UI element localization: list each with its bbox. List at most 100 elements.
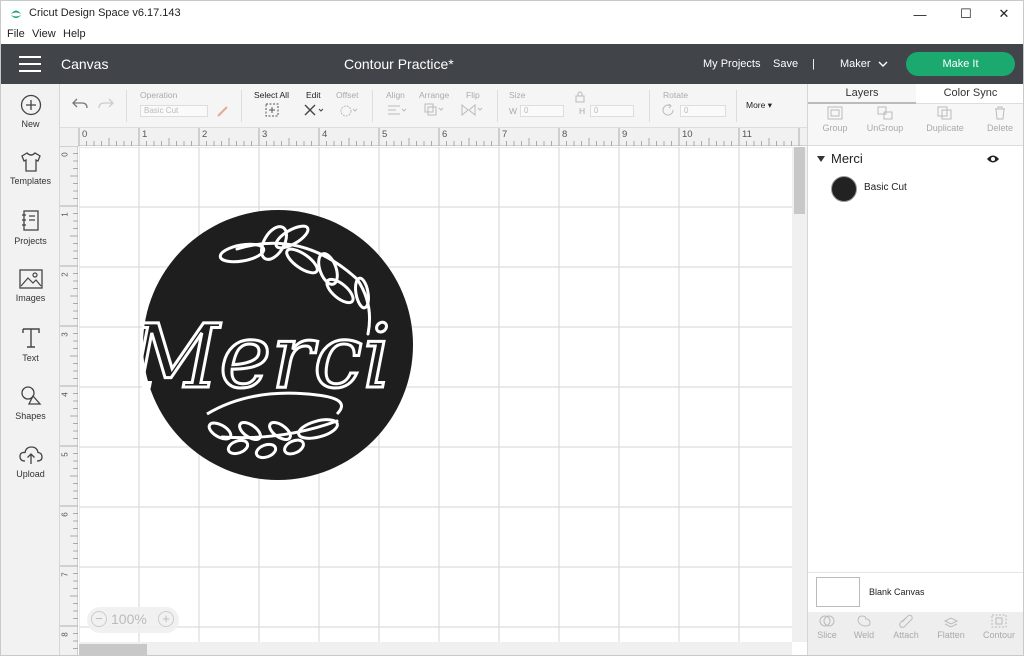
menu-file[interactable]: File (7, 28, 25, 40)
tool-images[interactable]: Images (1, 268, 60, 303)
project-title: Contour Practice* (344, 56, 454, 72)
text-t-icon (21, 328, 40, 348)
h-scroll-thumb[interactable] (79, 644, 147, 655)
ungroup-icon (877, 106, 893, 120)
flatten-button[interactable]: Flatten (929, 614, 973, 640)
layer-item-name[interactable]: Basic Cut (864, 182, 907, 193)
v-ruler-label: 4 (60, 392, 70, 397)
blank-canvas-label: Blank Canvas (869, 587, 925, 597)
redo-icon[interactable] (98, 97, 114, 111)
close-button[interactable]: ✕ (981, 1, 1023, 27)
collapse-caret-icon[interactable] (817, 156, 825, 162)
visibility-eye-icon[interactable] (986, 154, 1000, 164)
make-it-button[interactable]: Make It (906, 52, 1015, 76)
save-button[interactable]: Save (773, 58, 798, 70)
operation-select[interactable]: Basic Cut (140, 105, 208, 117)
h-ruler-label: 2 (202, 129, 208, 140)
hamburger-menu-icon[interactable] (19, 56, 41, 72)
flatten-icon (943, 617, 959, 628)
edit-scissors-icon[interactable] (303, 103, 325, 117)
tool-new[interactable]: New (1, 94, 60, 129)
v-ruler-label: 1 (60, 212, 70, 217)
h-ruler-label: 7 (502, 129, 508, 140)
pen-color-icon[interactable] (216, 104, 230, 118)
minimize-button[interactable]: — (897, 1, 943, 27)
undo-icon[interactable] (72, 97, 88, 111)
header-divider: | (812, 58, 815, 70)
layers-panel: Layers Color Sync Group UnGroup Duplicat… (807, 84, 1023, 655)
zoom-in-button[interactable]: + (158, 611, 174, 627)
h-ruler-label: 3 (262, 129, 268, 140)
vertical-scrollbar[interactable] (792, 147, 807, 642)
machine-select[interactable]: Maker (840, 58, 871, 70)
h-ruler-label: 6 (442, 129, 448, 140)
flip-icon[interactable] (460, 103, 484, 117)
duplicate-button[interactable]: Duplicate (918, 106, 972, 133)
design-canvas[interactable]: Merci (79, 147, 792, 642)
left-tool-bar: New Templates Projects Images Text Shape… (1, 84, 60, 655)
arrange-icon[interactable] (424, 103, 446, 117)
close-icon: ✕ (998, 6, 1010, 21)
delete-label: Delete (986, 123, 1013, 133)
my-projects-link[interactable]: My Projects (703, 58, 760, 70)
v-scroll-thumb[interactable] (794, 147, 805, 214)
menu-view[interactable]: View (32, 28, 56, 40)
flip-label: Flip (466, 90, 480, 100)
h-ruler-label: 1 (142, 129, 148, 140)
attach-button[interactable]: Attach (884, 614, 928, 640)
horizontal-scrollbar[interactable] (79, 642, 792, 655)
width-input[interactable]: 0 (520, 105, 564, 117)
chevron-down-icon[interactable] (878, 61, 888, 68)
app-window: Cricut Design Space v6.17.143 — ☐ ✕ File… (0, 0, 1024, 656)
contour-button[interactable]: Contour (977, 614, 1021, 640)
trash-icon (995, 106, 1005, 120)
height-input[interactable]: 0 (590, 105, 634, 117)
ungroup-button[interactable]: UnGroup (858, 106, 912, 133)
merci-design-image[interactable]: Merci (142, 209, 414, 481)
tool-text[interactable]: Text (1, 326, 60, 363)
offset-icon[interactable] (339, 104, 359, 117)
v-ruler-label: 5 (60, 452, 70, 457)
tool-text-label: Text (22, 353, 39, 363)
shirt-icon (20, 152, 41, 172)
rotate-icon[interactable] (662, 104, 676, 117)
h-ruler-label: 5 (382, 129, 388, 140)
v-ruler-label: 6 (60, 512, 70, 517)
tool-projects[interactable]: Projects (1, 209, 60, 246)
section-title: Canvas (61, 56, 109, 72)
layer-group-name[interactable]: Merci (831, 151, 863, 166)
tool-templates[interactable]: Templates (1, 151, 60, 186)
tool-upload[interactable]: Upload (1, 444, 60, 479)
rotate-input[interactable]: 0 (680, 105, 726, 117)
contour-label: Contour (982, 630, 1016, 640)
delete-button[interactable]: Delete (973, 106, 1023, 133)
ungroup-label: UnGroup (866, 123, 904, 133)
zoom-out-button[interactable]: − (91, 611, 107, 627)
duplicate-icon (937, 106, 952, 120)
arrange-label: Arrange (419, 90, 450, 100)
more-button[interactable]: More ▾ (746, 100, 772, 111)
lock-icon[interactable] (575, 91, 585, 103)
zoom-level: 100% (111, 611, 147, 627)
slice-label: Slice (817, 630, 837, 640)
tool-shapes-label: Shapes (15, 411, 46, 421)
weld-button[interactable]: Weld (842, 614, 886, 640)
menu-help[interactable]: Help (63, 28, 86, 40)
tab-layers[interactable]: Layers (808, 84, 916, 104)
align-icon[interactable] (386, 104, 408, 117)
h-ruler-label: 8 (562, 129, 568, 140)
cricut-logo-icon (11, 10, 21, 18)
tool-images-label: Images (15, 293, 46, 303)
tool-new-label: New (21, 119, 40, 129)
width-label: W (509, 106, 518, 116)
shapes-icon (20, 386, 41, 405)
tool-shapes[interactable]: Shapes (1, 384, 60, 421)
tab-color-sync[interactable]: Color Sync (916, 84, 1023, 104)
cloud-upload-icon (18, 446, 43, 464)
horizontal-ruler: 0 1 2 3 4 5 6 7 8 9 10 11 (60, 128, 807, 146)
h-ruler-label: 4 (322, 129, 328, 140)
blank-canvas-swatch[interactable] (816, 577, 860, 607)
group-button[interactable]: Group (808, 106, 862, 133)
select-all-icon[interactable] (265, 103, 279, 117)
title-bar: Cricut Design Space v6.17.143 — ☐ ✕ (1, 1, 1023, 27)
